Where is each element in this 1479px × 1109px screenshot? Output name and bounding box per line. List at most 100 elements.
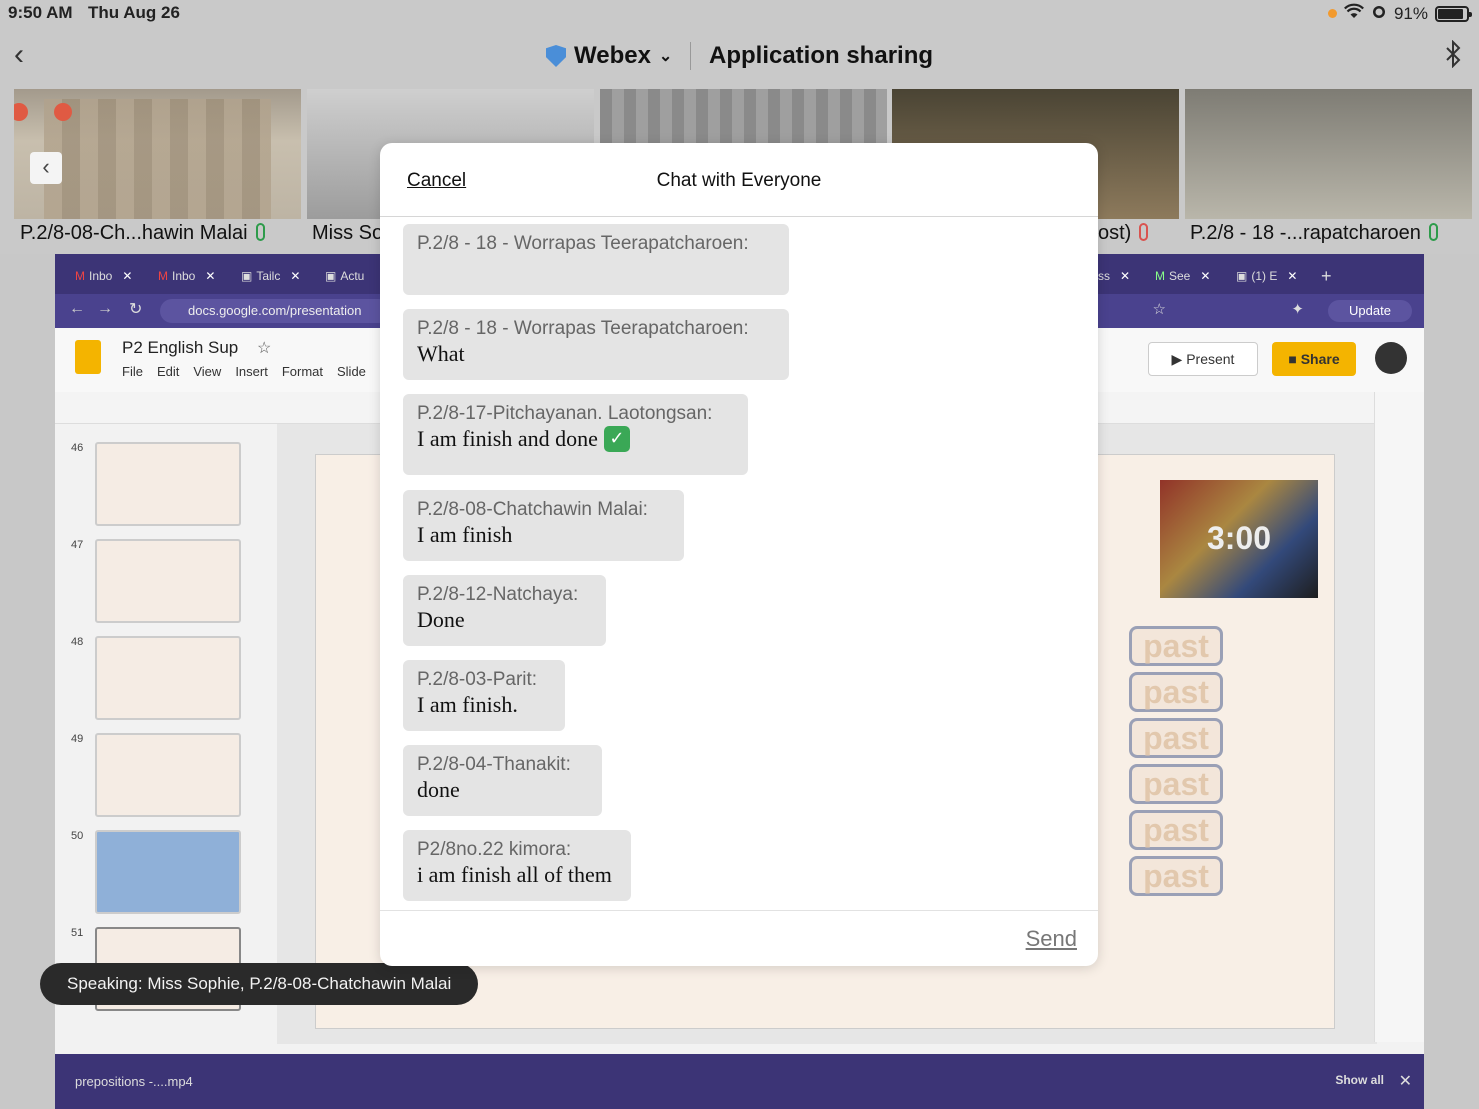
chat-header: Cancel Chat with Everyone bbox=[380, 143, 1098, 217]
new-tab-button[interactable]: + bbox=[1321, 263, 1332, 289]
avatar[interactable] bbox=[1375, 342, 1407, 374]
message-text: done bbox=[417, 777, 460, 802]
browser-tab[interactable]: ▣ Actu bbox=[325, 263, 364, 289]
chevron-down-icon: ⌄ bbox=[658, 48, 673, 65]
menu-view[interactable]: View bbox=[193, 364, 221, 379]
bluetooth-icon[interactable] bbox=[1445, 39, 1461, 75]
menu-edit[interactable]: Edit bbox=[157, 364, 179, 379]
share-button[interactable]: ■ Share bbox=[1272, 342, 1356, 376]
slide-thumbnail[interactable] bbox=[95, 636, 241, 720]
message-sender: P.2/8-08-Chatchawin Malai: bbox=[417, 499, 648, 520]
close-tab-icon[interactable]: ✕ bbox=[1200, 269, 1210, 283]
word-box[interactable]: past bbox=[1129, 626, 1223, 666]
menu-insert[interactable]: Insert bbox=[235, 364, 268, 379]
gmail-icon: M bbox=[75, 269, 85, 283]
word-box[interactable]: past bbox=[1129, 810, 1223, 850]
browser-tab[interactable]: ss ✕ bbox=[1098, 263, 1130, 289]
chat-message: P.2/8-04-Thanakit: done bbox=[403, 745, 602, 816]
tab-label: See bbox=[1169, 269, 1191, 283]
participant-video-tile[interactable] bbox=[1185, 89, 1472, 219]
slides-logo-icon[interactable] bbox=[75, 340, 101, 374]
page-icon: ▣ bbox=[1236, 269, 1248, 283]
participant-name-label: P.2/8 - 18 -...rapatcharoen bbox=[1190, 222, 1438, 245]
battery-percent: 91% bbox=[1393, 3, 1428, 23]
slide-number: 49 bbox=[71, 733, 84, 745]
word-box[interactable]: past bbox=[1129, 718, 1223, 758]
slide-thumbnail[interactable] bbox=[95, 733, 241, 817]
chat-message: P2/8no.22 kimora: i am finish all of the… bbox=[403, 830, 631, 901]
word-box[interactable]: past bbox=[1129, 764, 1223, 804]
status-date: Thu Aug 26 bbox=[88, 3, 180, 22]
message-sender: P.2/8 - 18 - Worrapas Teerapatcharoen: bbox=[417, 233, 749, 254]
previous-participants-button[interactable]: ‹ bbox=[30, 152, 62, 184]
download-file-name[interactable]: prepositions -....mp4 bbox=[75, 1074, 193, 1089]
chat-modal: Cancel Chat with Everyone P.2/8 - 18 - W… bbox=[380, 143, 1098, 966]
chat-message: P.2/8 - 18 - Worrapas Teerapatcharoen: bbox=[403, 224, 789, 295]
video-duration: 3:00 bbox=[1206, 520, 1272, 556]
close-icon[interactable]: ✕ bbox=[1399, 1071, 1412, 1091]
document-title[interactable]: P2 English Sup bbox=[122, 338, 238, 358]
recording-indicator-icon bbox=[14, 103, 28, 121]
reload-icon[interactable]: ↻ bbox=[129, 299, 142, 319]
slide-number: 48 bbox=[71, 636, 84, 648]
docs-menu-bar: File Edit View Insert Format Slide bbox=[122, 364, 366, 379]
message-text: I am finish. bbox=[417, 692, 518, 717]
show-all-button[interactable]: Show all bbox=[1335, 1073, 1384, 1087]
slide-thumbnail[interactable] bbox=[95, 442, 241, 526]
tab-label: Inbo bbox=[89, 269, 113, 283]
message-text: What bbox=[417, 341, 465, 366]
page-icon: ▣ bbox=[241, 269, 253, 283]
message-sender: P.2/8 - 18 - Worrapas Teerapatcharoen: bbox=[417, 318, 749, 339]
close-tab-icon[interactable]: ✕ bbox=[1120, 269, 1130, 283]
side-panel bbox=[1374, 392, 1424, 1042]
extensions-icon[interactable]: ✦ bbox=[1291, 300, 1304, 318]
browser-tab[interactable]: M Inbo ✕ bbox=[75, 263, 132, 289]
tab-label: ss bbox=[1098, 269, 1110, 283]
chat-message: P.2/8 - 18 - Worrapas Teerapatcharoen: W… bbox=[403, 309, 789, 380]
tab-label: (1) E bbox=[1251, 269, 1278, 283]
chat-message-list[interactable]: P.2/8 - 18 - Worrapas Teerapatcharoen: P… bbox=[380, 218, 1098, 911]
slide-filmstrip: 46 47 48 49 50 51 bbox=[55, 424, 263, 1044]
url-input[interactable]: docs.google.com/presentation bbox=[160, 299, 390, 323]
close-tab-icon[interactable]: ✕ bbox=[122, 269, 132, 283]
message-text-row: I am finish and done ✓ bbox=[417, 426, 734, 452]
present-button[interactable]: ▶ Present bbox=[1148, 342, 1258, 376]
close-tab-icon[interactable]: ✕ bbox=[290, 269, 300, 283]
browser-tab[interactable]: M See ✕ bbox=[1155, 263, 1210, 289]
slide-thumbnail[interactable] bbox=[95, 539, 241, 623]
back-chevron-icon[interactable]: ‹ bbox=[14, 40, 24, 70]
word-box[interactable]: past bbox=[1129, 856, 1223, 896]
message-sender: P2/8no.22 kimora: bbox=[417, 839, 572, 860]
close-tab-icon[interactable]: ✕ bbox=[205, 269, 215, 283]
slide-thumbnail[interactable] bbox=[95, 830, 241, 914]
chat-title: Chat with Everyone bbox=[656, 170, 822, 191]
participant-name: ost) bbox=[1098, 222, 1132, 244]
status-time: 9:50 AM bbox=[8, 3, 73, 22]
browser-tab[interactable]: ▣ Tailc ✕ bbox=[241, 263, 300, 289]
nav-forward-icon[interactable]: → bbox=[97, 300, 113, 318]
participant-name: Miss So bbox=[312, 222, 384, 244]
gmail-icon: M bbox=[1155, 269, 1165, 283]
browser-tab[interactable]: M Inbo ✕ bbox=[158, 263, 215, 289]
download-bar: prepositions -....mp4 Show all ✕ bbox=[55, 1054, 1424, 1109]
nav-back-icon[interactable]: ← bbox=[69, 300, 85, 318]
webex-menu-button[interactable]: Webex ⌄ bbox=[546, 42, 672, 70]
message-sender: P.2/8-17-Pitchayanan. Laotongsan: bbox=[417, 403, 713, 424]
webex-app-name: Webex bbox=[574, 42, 651, 69]
bookmark-star-icon[interactable]: ☆ bbox=[1153, 300, 1166, 318]
participant-name-label: P.2/8-08-Ch...hawin Malai bbox=[20, 222, 265, 245]
chat-compose-bar: Send bbox=[380, 910, 1098, 966]
menu-format[interactable]: Format bbox=[282, 364, 323, 379]
page-icon: ▣ bbox=[325, 269, 337, 283]
update-button[interactable]: Update bbox=[1328, 300, 1412, 322]
star-icon[interactable]: ☆ bbox=[257, 338, 271, 358]
send-button[interactable]: Send bbox=[1026, 926, 1077, 952]
battery-icon bbox=[1435, 5, 1472, 22]
menu-file[interactable]: File bbox=[122, 364, 143, 379]
close-tab-icon[interactable]: ✕ bbox=[1287, 269, 1297, 283]
status-bar: 9:50 AM Thu Aug 26 91% bbox=[0, 0, 1479, 28]
embedded-video[interactable]: 3:00 bbox=[1160, 480, 1318, 598]
word-box[interactable]: past bbox=[1129, 672, 1223, 712]
menu-slide[interactable]: Slide bbox=[337, 364, 366, 379]
browser-tab[interactable]: ▣ (1) E ✕ bbox=[1236, 263, 1297, 289]
